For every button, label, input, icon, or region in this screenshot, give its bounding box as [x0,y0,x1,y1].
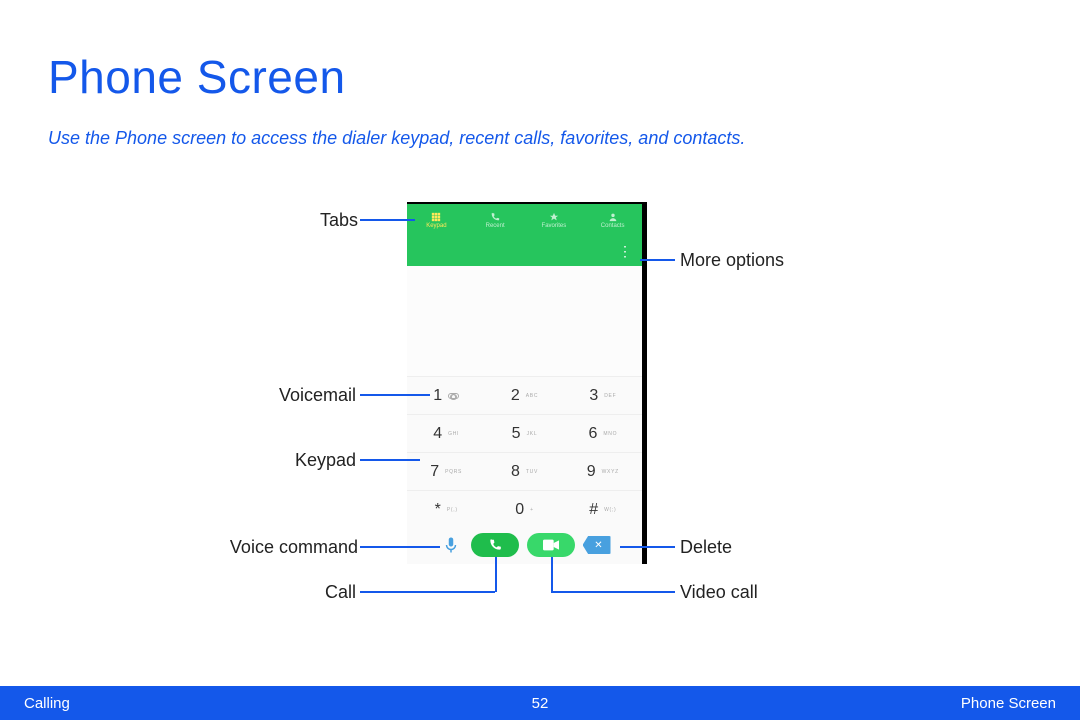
tab-label: Keypad [426,223,446,229]
key-letters: P(,) [447,507,458,513]
more-options-icon[interactable]: ⋮ [618,244,632,258]
leader-line [495,557,497,592]
tab-favorites[interactable]: Favorites [525,204,584,236]
key-digit: 3 [589,387,598,405]
leader-line [551,591,675,593]
key-5[interactable]: 5 JKL [485,414,563,452]
callout-tabs: Tabs [308,210,358,231]
voicemail-icon [448,393,459,399]
key-letters: DEF [604,393,616,399]
key-letters: MNO [603,431,617,437]
key-digit: 6 [588,425,597,443]
footer-topic: Phone Screen [961,695,1056,712]
footer-page-number: 52 [532,695,549,712]
page-subtitle: Use the Phone screen to access the diale… [48,128,745,149]
tab-label: Recent [486,223,505,229]
key-8[interactable]: 8 TUV [485,452,563,490]
leader-line [620,546,675,548]
key-digit: 5 [512,425,521,443]
tabs-bar: Keypad Recent Favorites Contacts [407,204,642,236]
leader-line [640,259,675,261]
page-title: Phone Screen [48,50,346,104]
callout-keypad: Keypad [286,450,356,471]
key-star[interactable]: * P(,) [407,490,485,528]
tab-label: Favorites [542,223,567,229]
call-button[interactable] [471,533,519,557]
key-digit: 2 [511,387,520,405]
more-options-row: ⋮ [407,236,642,266]
leader-line [360,546,440,548]
callout-video-call: Video call [680,582,758,603]
callout-more-options: More options [680,250,784,271]
action-row: ✕ [407,526,642,564]
callout-voicemail: Voicemail [266,385,356,406]
key-letters: + [530,507,534,513]
key-2[interactable]: 2 ABC [485,376,563,414]
callout-voice-command: Voice command [198,537,358,558]
delete-button[interactable]: ✕ [583,536,611,554]
key-letters: TUV [526,469,538,475]
delete-x-icon: ✕ [594,540,602,551]
mic-icon [442,536,460,554]
key-digit: * [435,501,441,519]
key-digit: 7 [430,463,439,481]
phone-mock: Keypad Recent Favorites Contacts ⋮ 1 2 AB… [407,202,647,564]
recent-phone-icon [490,212,500,222]
star-icon [549,212,559,222]
key-digit: # [589,501,598,519]
key-6[interactable]: 6 MNO [564,414,642,452]
leader-line [551,557,553,592]
leader-line [360,459,420,461]
diagram: Keypad Recent Favorites Contacts ⋮ 1 2 AB… [0,180,1080,640]
callout-delete: Delete [680,537,732,558]
key-digit: 0 [515,501,524,519]
keypad-grid-icon [431,212,441,222]
key-3[interactable]: 3 DEF [564,376,642,414]
phone-icon [488,538,502,552]
key-letters: ABC [526,393,538,399]
key-0[interactable]: 0+ [485,490,563,528]
voice-command-button[interactable] [439,533,463,557]
key-hash[interactable]: # W(;) [564,490,642,528]
leader-line [360,394,430,396]
key-digit: 1 [433,387,442,405]
key-letters: WXYZ [602,469,619,475]
key-7[interactable]: 7 PQRS [407,452,485,490]
page-footer: Calling 52 Phone Screen [0,686,1080,720]
key-letters: JKL [527,431,538,437]
number-display [407,266,642,376]
keypad-grid: 1 2ABC 3DEF 4GHI 5JKL 6MNO 7PQRS 8TUV 9W… [407,376,642,528]
video-icon [543,539,559,551]
key-letters: W(;) [604,507,616,513]
key-4[interactable]: 4 GHI [407,414,485,452]
tab-label: Contacts [601,223,625,229]
callout-call: Call [316,582,356,603]
tab-contacts[interactable]: Contacts [583,204,642,236]
key-digit: 8 [511,463,520,481]
leader-line [360,591,495,593]
video-call-button[interactable] [527,533,575,557]
leader-line [360,219,415,221]
key-letters: GHI [448,431,459,437]
key-9[interactable]: 9 WXYZ [564,452,642,490]
key-letters: PQRS [445,469,462,475]
person-icon [608,212,618,222]
key-digit: 9 [587,463,596,481]
tab-keypad[interactable]: Keypad [407,204,466,236]
key-digit: 4 [433,425,442,443]
tab-recent[interactable]: Recent [466,204,525,236]
footer-section: Calling [24,695,70,712]
